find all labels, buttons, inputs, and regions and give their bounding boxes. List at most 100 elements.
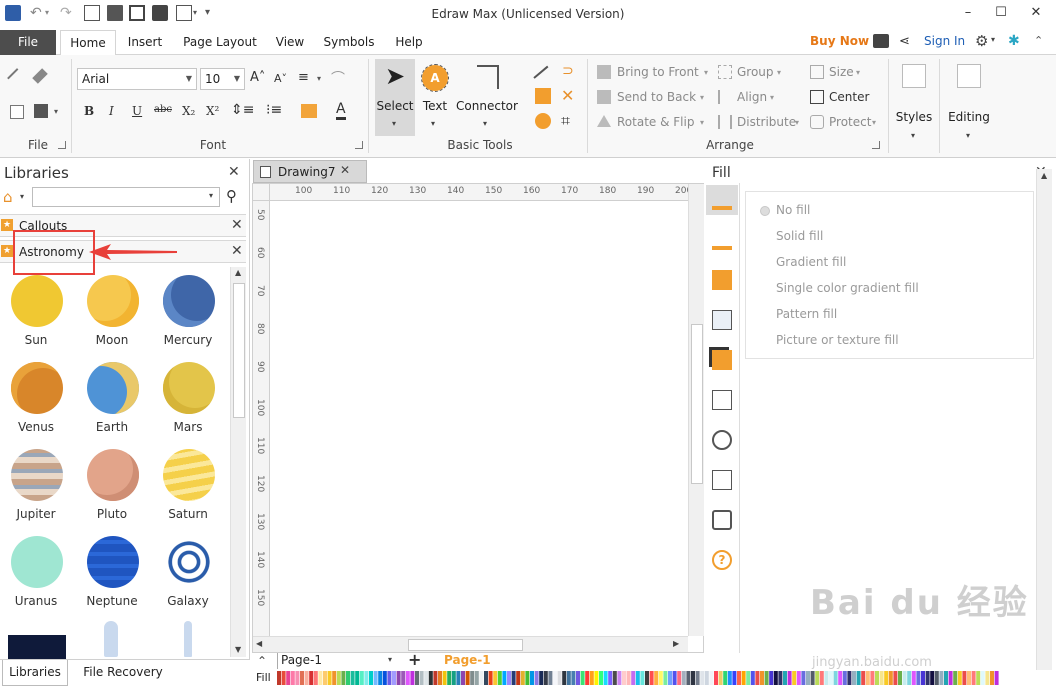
send-to-back-button[interactable]: Send to Back bbox=[617, 90, 696, 104]
palette-swatch[interactable] bbox=[796, 671, 801, 685]
select-tool-button[interactable]: ➤ Select ▾ bbox=[375, 59, 415, 136]
palette-swatch[interactable] bbox=[548, 671, 553, 685]
tab-symbols[interactable]: Symbols bbox=[318, 30, 380, 55]
palette-swatch[interactable] bbox=[691, 671, 695, 685]
palette-swatch[interactable] bbox=[484, 671, 488, 685]
tab-help[interactable]: Help bbox=[388, 30, 430, 55]
palette-swatch[interactable] bbox=[741, 671, 746, 685]
palette-swatch[interactable] bbox=[525, 671, 530, 685]
palette-swatch[interactable] bbox=[930, 671, 935, 685]
rotate-flip-button[interactable]: Rotate & Flip bbox=[617, 115, 694, 129]
palette-swatch[interactable] bbox=[727, 671, 732, 685]
rectangle-tool-icon[interactable] bbox=[535, 88, 551, 104]
canvas-horizontal-scrollbar[interactable]: ◀ ▶ bbox=[253, 636, 688, 652]
align-button[interactable]: Align bbox=[737, 90, 767, 104]
palette-swatch[interactable] bbox=[309, 671, 314, 685]
palette-swatch[interactable] bbox=[773, 671, 778, 685]
palette-swatch[interactable] bbox=[806, 671, 810, 685]
palette-swatch[interactable] bbox=[410, 671, 415, 685]
help-icon[interactable]: ? bbox=[712, 550, 732, 570]
drawing-canvas-area[interactable]: 100 110 120 130 140 150 160 170 180 190 … bbox=[252, 183, 704, 653]
palette-swatch[interactable] bbox=[760, 671, 764, 685]
page-properties-icon[interactable] bbox=[712, 390, 732, 410]
palette-swatch[interactable] bbox=[672, 671, 677, 685]
palette-swatch[interactable] bbox=[622, 671, 626, 685]
palette-swatch[interactable] bbox=[686, 671, 691, 685]
palette-swatch[interactable] bbox=[332, 671, 337, 685]
palette-swatch[interactable] bbox=[419, 671, 424, 685]
palette-swatch[interactable] bbox=[557, 671, 562, 685]
tab-view[interactable]: View bbox=[270, 30, 310, 55]
palette-swatch[interactable] bbox=[346, 671, 350, 685]
palette-swatch[interactable] bbox=[313, 671, 318, 685]
palette-swatch[interactable] bbox=[461, 671, 465, 685]
palette-swatch[interactable] bbox=[442, 671, 447, 685]
connector-tool-button[interactable]: Connector ▾ bbox=[455, 59, 519, 136]
palette-swatch[interactable] bbox=[985, 671, 990, 685]
palette-swatch[interactable] bbox=[451, 671, 456, 685]
palette-swatch[interactable] bbox=[359, 671, 364, 685]
align-dropdown-icon[interactable]: ▾ bbox=[317, 74, 321, 83]
palette-swatch[interactable] bbox=[433, 671, 438, 685]
libraries-scrollbar[interactable]: ▲ ▼ bbox=[230, 267, 246, 657]
cross-tool-icon[interactable]: ✕ bbox=[561, 86, 574, 105]
palette-swatch[interactable] bbox=[392, 671, 396, 685]
palette-swatch[interactable] bbox=[645, 671, 649, 685]
palette-swatch[interactable] bbox=[497, 671, 502, 685]
palette-swatch[interactable] bbox=[415, 671, 419, 685]
palette-swatch[interactable] bbox=[824, 671, 829, 685]
palette-swatch[interactable] bbox=[571, 671, 576, 685]
palette-swatch[interactable] bbox=[953, 671, 958, 685]
palette-swatch[interactable] bbox=[787, 671, 792, 685]
close-icon[interactable]: ✕ bbox=[231, 243, 243, 259]
font-group-launcher-icon[interactable] bbox=[355, 141, 363, 149]
palette-swatch[interactable] bbox=[962, 671, 967, 685]
palette-swatch[interactable] bbox=[875, 671, 879, 685]
palette-swatch[interactable] bbox=[428, 671, 433, 685]
scrollbar-thumb[interactable] bbox=[691, 324, 703, 484]
text-path-icon[interactable]: ⌒ bbox=[331, 68, 345, 88]
palette-swatch[interactable] bbox=[438, 671, 442, 685]
palette-swatch[interactable] bbox=[566, 671, 571, 685]
palette-swatch[interactable] bbox=[870, 671, 875, 685]
scroll-left-icon[interactable]: ◀ bbox=[256, 639, 262, 648]
radio-no-fill[interactable] bbox=[760, 206, 770, 216]
paste-icon[interactable] bbox=[34, 104, 48, 118]
fill-option-single-color-gradient[interactable]: Single color gradient fill bbox=[776, 281, 919, 295]
text-tool-button[interactable]: A Text ▾ bbox=[420, 59, 450, 136]
small-rocket-shape-icon[interactable] bbox=[184, 621, 192, 657]
palette-swatch[interactable] bbox=[543, 671, 548, 685]
bullets-icon[interactable]: ⁝≡ bbox=[266, 102, 282, 118]
palette-swatch[interactable] bbox=[902, 671, 907, 685]
center-button[interactable]: Center bbox=[829, 90, 869, 104]
page-select[interactable]: Page-1 ▾ bbox=[277, 653, 397, 669]
palette-swatch[interactable] bbox=[898, 671, 902, 685]
palette-swatch[interactable] bbox=[723, 671, 728, 685]
palette-swatch[interactable] bbox=[704, 671, 709, 685]
palette-swatch[interactable] bbox=[921, 671, 925, 685]
fill-bucket-icon[interactable] bbox=[712, 190, 732, 210]
palette-swatch[interactable] bbox=[387, 671, 392, 685]
text-highlight-icon[interactable] bbox=[301, 104, 317, 118]
fill-option-picture-texture[interactable]: Picture or texture fill bbox=[776, 333, 899, 347]
palette-swatch[interactable] bbox=[750, 671, 755, 685]
palette-swatch[interactable] bbox=[879, 671, 884, 685]
palette-swatch[interactable] bbox=[493, 671, 498, 685]
scrollbar-thumb[interactable] bbox=[233, 283, 245, 418]
palette-swatch[interactable] bbox=[479, 671, 484, 685]
palette-swatch[interactable] bbox=[281, 671, 286, 685]
palette-swatch[interactable] bbox=[364, 671, 369, 685]
italic-button[interactable]: I bbox=[109, 104, 114, 118]
font-family-select[interactable]: Arial ▼ bbox=[77, 68, 197, 90]
palette-swatch[interactable] bbox=[709, 671, 714, 685]
fill-option-gradient-fill[interactable]: Gradient fill bbox=[776, 255, 846, 269]
strikethrough-button[interactable]: abc bbox=[154, 104, 172, 115]
palette-swatch[interactable] bbox=[677, 671, 682, 685]
palette-swatch[interactable] bbox=[470, 671, 475, 685]
palette-swatch[interactable] bbox=[617, 671, 622, 685]
font-color-icon[interactable]: A bbox=[336, 101, 346, 120]
palette-swatch[interactable] bbox=[465, 671, 470, 685]
palette-swatch[interactable] bbox=[916, 671, 921, 685]
palette-swatch[interactable] bbox=[585, 671, 590, 685]
palette-swatch[interactable] bbox=[382, 671, 387, 685]
